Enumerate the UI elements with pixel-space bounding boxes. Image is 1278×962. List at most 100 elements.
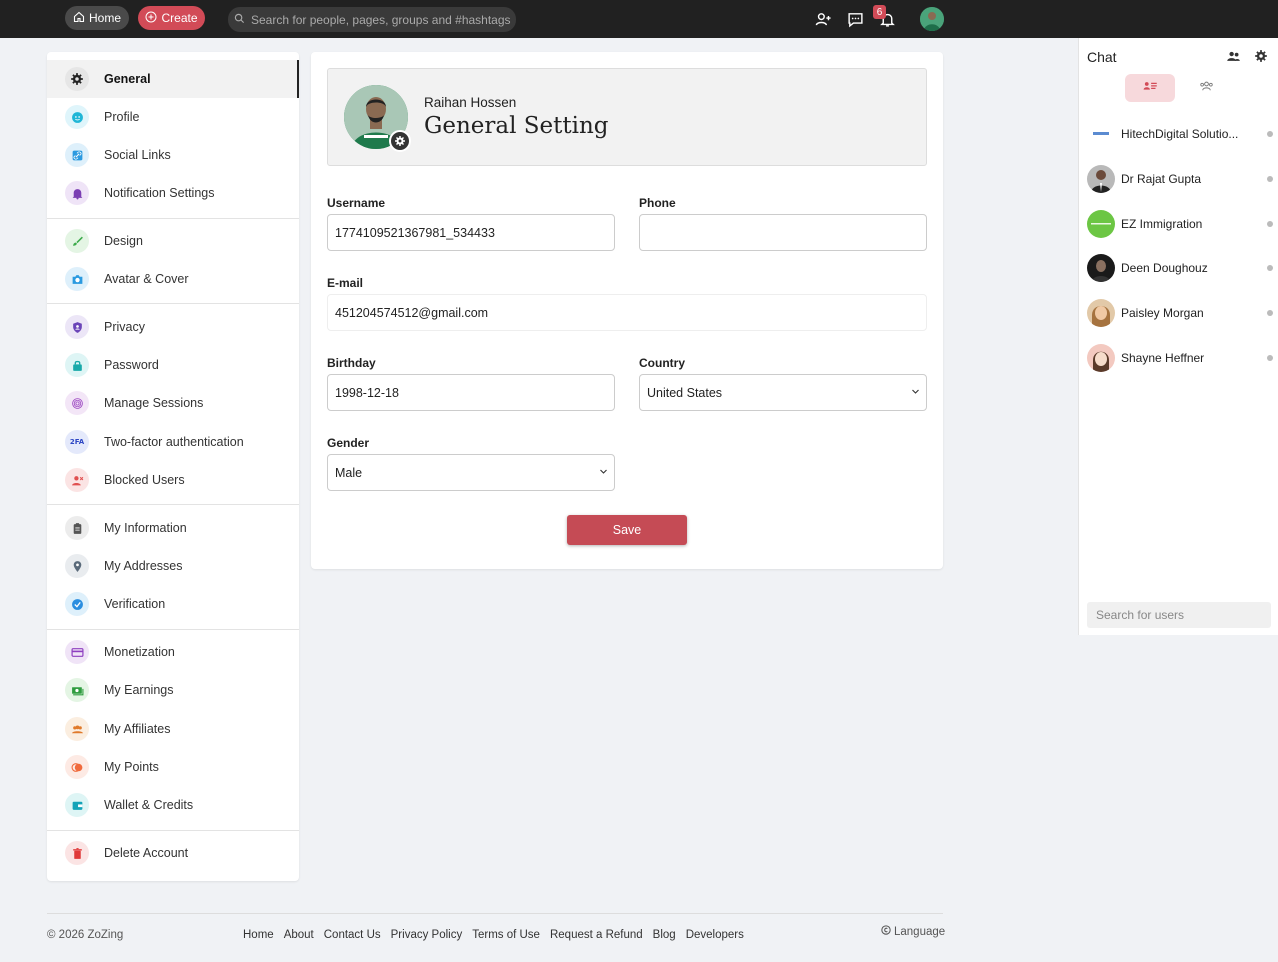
change-photo-gear-icon[interactable] [389,130,411,152]
menu-item-profile[interactable]: Profile [47,98,299,136]
avatar [1087,344,1115,372]
chat-user-item[interactable]: Shayne Heffner [1079,339,1278,379]
plus-circle-icon [145,11,157,26]
tab-contacts[interactable] [1125,74,1175,102]
country-label: Country [639,356,685,370]
avatar [1087,120,1115,148]
birthday-field[interactable]: 1998-12-18 [327,374,615,411]
tab-groups[interactable] [1181,74,1231,102]
country-selected-value: United States [647,385,723,400]
avatar [1087,210,1115,238]
menu-item-my-earnings[interactable]: My Earnings [47,671,299,709]
footer-link-developers[interactable]: Developers [686,929,744,941]
footer-link-home[interactable]: Home [243,929,274,941]
menu-item-label: Monetization [104,645,175,659]
user-avatar[interactable] [920,7,944,31]
menu-divider [47,830,299,831]
face-icon [65,105,89,129]
chat-user-name: EZ Immigration [1121,217,1203,231]
chat-user-item[interactable]: Dr Rajat Gupta [1079,160,1278,200]
global-search-input[interactable]: Search for people, pages, groups and #ha… [228,7,516,32]
chat-settings-gear-icon[interactable] [1251,46,1271,66]
shield-user-icon [65,315,89,339]
brush-icon [65,229,89,253]
settings-header: Raihan Hossen General Setting [327,68,927,166]
footer-link-about[interactable]: About [284,929,314,941]
menu-item-label: Password [104,358,159,372]
notification-count-badge: 6 [873,5,886,19]
search-icon [234,13,245,27]
chat-user-item[interactable]: HitechDigital Solutio... [1079,115,1278,155]
menu-item-verification[interactable]: Verification [47,585,299,623]
chat-user-name: HitechDigital Solutio... [1121,127,1239,141]
chevron-down-icon [599,467,608,479]
menu-item-general[interactable]: General [47,60,299,98]
fingerprint-icon [65,391,89,415]
menu-item-my-affiliates[interactable]: My Affiliates [47,710,299,748]
offline-status-dot [1267,265,1273,271]
copyright-text: © 2026 ZoZing [47,929,124,941]
username-field[interactable]: 1774109521367981_534433 [327,214,615,251]
menu-item-label: General [104,72,151,86]
groups-icon [1199,80,1214,96]
wallet-icon [65,793,89,817]
footer-link-contact-us[interactable]: Contact Us [324,929,381,941]
menu-item-notification-settings[interactable]: Notification Settings [47,174,299,212]
general-settings-card: Raihan Hossen General Setting Username 1… [311,52,943,569]
footer-link-privacy-policy[interactable]: Privacy Policy [391,929,463,941]
block-user-icon [65,468,89,492]
menu-item-label: Verification [104,597,166,611]
country-select[interactable]: United States [639,374,927,411]
menu-item-monetization[interactable]: Monetization [47,633,299,671]
menu-item-my-information[interactable]: My Information [47,509,299,547]
messages-icon[interactable] [845,9,865,29]
gender-select[interactable]: Male [327,454,615,491]
phone-field[interactable] [639,214,927,251]
chat-user-name: Deen Doughouz [1121,261,1208,275]
footer-divider [47,913,943,914]
menu-item-social-links[interactable]: Social Links [47,136,299,174]
menu-item-wallet-credits[interactable]: Wallet & Credits [47,786,299,824]
footer-link-request-refund[interactable]: Request a Refund [550,929,643,941]
add-friend-icon[interactable] [813,9,833,29]
menu-item-label: My Earnings [104,683,174,697]
create-group-icon[interactable] [1223,46,1243,66]
page-title: General Setting [424,113,609,139]
menu-item-two-factor[interactable]: 2FA Two-factor authentication [47,423,299,461]
camera-icon [65,267,89,291]
home-button[interactable]: Home [65,6,129,30]
footer-links: Home About Contact Us Privacy Policy Ter… [243,929,744,941]
chat-user-item[interactable]: EZ Immigration [1079,205,1278,245]
offline-status-dot [1267,131,1273,137]
email-field[interactable]: 451204574512@gmail.com [327,294,927,331]
location-pin-icon [65,554,89,578]
chat-search-input[interactable]: Search for users [1087,602,1271,628]
trash-icon [65,841,89,865]
chat-user-item[interactable]: Paisley Morgan [1079,294,1278,334]
menu-item-privacy[interactable]: Privacy [47,308,299,346]
save-button[interactable]: Save [567,515,687,545]
footer-link-terms-of-use[interactable]: Terms of Use [472,929,540,941]
menu-item-label: Two-factor authentication [104,435,244,449]
offline-status-dot [1267,355,1273,361]
footer-link-blog[interactable]: Blog [653,929,676,941]
chat-user-item[interactable]: Deen Doughouz [1079,249,1278,289]
menu-item-label: Manage Sessions [104,396,204,410]
menu-item-my-points[interactable]: My Points [47,748,299,786]
group-icon [65,717,89,741]
menu-item-design[interactable]: Design [47,222,299,260]
home-icon [73,11,85,26]
language-selector[interactable]: Language [881,925,945,938]
clipboard-icon [65,516,89,540]
menu-item-label: Delete Account [104,846,189,860]
menu-item-avatar-cover[interactable]: Avatar & Cover [47,260,299,298]
menu-item-label: Notification Settings [104,186,215,200]
chat-user-name: Paisley Morgan [1121,306,1204,320]
menu-item-blocked-users[interactable]: Blocked Users [47,461,299,499]
menu-item-delete-account[interactable]: Delete Account [47,834,299,872]
create-button[interactable]: Create [138,6,205,30]
menu-item-my-addresses[interactable]: My Addresses [47,547,299,585]
menu-item-password[interactable]: Password [47,346,299,384]
settings-menu: General Profile Social Links Notificatio… [47,52,299,881]
menu-item-manage-sessions[interactable]: Manage Sessions [47,384,299,422]
